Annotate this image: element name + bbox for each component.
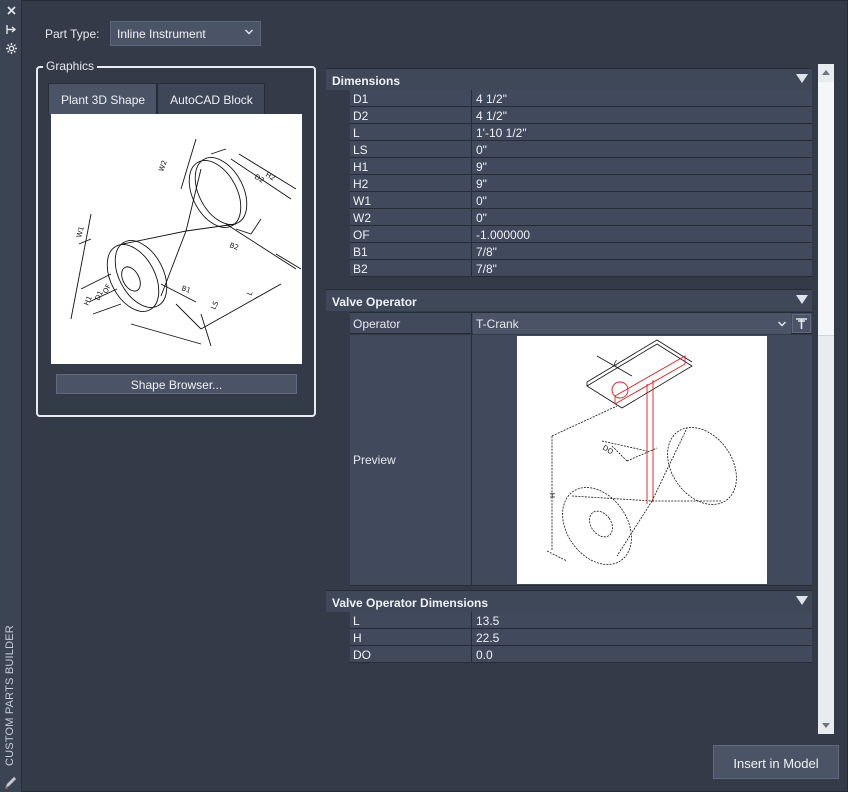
palette-title-text: CUSTOM PARTS BUILDER [4,625,16,766]
property-key: W1 [350,192,472,209]
dimensions-title: Dimensions [332,74,401,88]
preview-row: Preview L DO H [350,335,812,586]
table-row[interactable]: LS 0" [350,141,812,158]
edit-pencil-icon [4,775,18,789]
chevron-down-icon [244,26,254,40]
dimensions-section-header[interactable]: Dimensions [326,68,812,90]
property-key: B2 [350,260,472,277]
collapse-triangle-icon[interactable] [796,596,808,605]
collapse-triangle-icon[interactable] [796,295,808,304]
property-value[interactable]: 13.5 [473,612,812,629]
property-key: D1 [350,90,472,107]
shape-dim-label: B1 [180,284,191,295]
property-value[interactable]: -1.000000 [473,226,812,243]
property-value[interactable]: 0" [473,141,812,158]
table-row[interactable]: DO 0.0 [350,646,812,663]
valve-operator-title: Valve Operator [332,295,417,309]
table-row[interactable]: B1 7/8" [350,243,812,260]
property-value[interactable]: 0" [473,209,812,226]
operator-value: T-Crank [476,317,519,331]
preview-dim-label: DO [601,444,615,457]
property-key: H2 [350,175,472,192]
scrollbar-thumb[interactable] [818,82,834,336]
table-row[interactable]: L 1'-10 1/2" [350,124,812,141]
table-row[interactable]: B2 7/8" [350,260,812,277]
valve-operator-dimensions-rows: L 13.5 H 22.5 DO 0.0 [350,612,812,663]
collapse-triangle-icon[interactable] [796,74,808,83]
shape-dim-label: B2 [228,241,239,252]
operator-dropdown[interactable]: T-Crank [473,313,791,334]
part-type-dropdown[interactable]: Inline Instrument [110,21,261,46]
table-row[interactable]: D1 4 1/2" [350,90,812,107]
property-key: L [350,124,472,141]
property-value[interactable]: 9" [473,175,812,192]
property-key: LS [350,141,472,158]
operator-preview-image: L DO H [517,336,767,584]
property-value[interactable]: 22.5 [473,629,812,646]
property-key: H1 [350,158,472,175]
property-key: H [350,629,472,646]
table-row[interactable]: W1 0" [350,192,812,209]
graphics-legend: Graphics [43,59,98,73]
property-key: B1 [350,243,472,260]
shape-dim-label: H2 [264,171,276,183]
custom-parts-builder-panel: Part Type: Inline Instrument Graphics Pl… [22,0,848,792]
operator-label: Operator [350,313,472,334]
palette-title: CUSTOM PARTS BUILDER [4,606,18,766]
table-row[interactable]: H 22.5 [350,629,812,646]
shape-dim-label: OF [102,283,113,295]
table-row[interactable]: L 13.5 [350,612,812,629]
property-value[interactable]: 4 1/2" [473,90,812,107]
palette-side-strip: CUSTOM PARTS BUILDER [0,0,22,792]
table-row[interactable]: D2 4 1/2" [350,107,812,124]
t-crank-icon [796,318,807,329]
property-value[interactable]: 7/8" [473,260,812,277]
pin-icon[interactable] [5,23,18,36]
vertical-scrollbar[interactable] [818,64,834,734]
preview-dim-label: H [549,493,557,498]
part-type-value: Inline Instrument [117,27,206,41]
valve-operator-dimensions-section-header[interactable]: Valve Operator Dimensions [326,590,812,612]
close-icon[interactable] [5,4,18,17]
shape-dim-label: W1 [75,225,86,238]
insert-in-model-button[interactable]: Insert in Model [713,745,839,779]
chevron-down-icon [777,318,787,332]
operator-browse-button[interactable] [792,314,811,333]
table-row[interactable]: H2 9" [350,175,812,192]
shape-preview-image: H2 D2 W2 B2 W1 H1 D1 OF B1 LS L [51,114,302,364]
property-key: L [350,612,472,629]
property-key: D2 [350,107,472,124]
scroll-down-arrow-icon[interactable] [822,723,830,728]
shape-dim-label: L [246,290,255,297]
shape-browser-button[interactable]: Shape Browser... [56,374,297,394]
property-key: DO [350,646,472,663]
shape-dim-label: H1 [83,295,94,307]
part-type-label: Part Type: [45,27,100,41]
operator-row: Operator T-Crank [350,312,812,334]
property-key: W2 [350,209,472,226]
shape-dim-label: W2 [157,159,168,172]
property-value[interactable]: 0" [473,192,812,209]
valve-operator-section-header[interactable]: Valve Operator [326,289,812,311]
graphics-tabs: Plant 3D Shape AutoCAD Block [48,83,265,115]
table-row[interactable]: OF -1.000000 [350,226,812,243]
table-row[interactable]: W2 0" [350,209,812,226]
property-value[interactable]: 0.0 [473,646,812,663]
valve-operator-dimensions-title: Valve Operator Dimensions [332,596,489,610]
property-value[interactable]: 1'-10 1/2" [473,124,812,141]
tab-autocad-block[interactable]: AutoCAD Block [157,83,265,115]
shape-dim-label: LS [210,299,221,310]
dimensions-rows: D1 4 1/2" D2 4 1/2" L 1'-10 1/2" LS 0" H1 9" … [350,90,812,277]
settings-icon[interactable] [5,42,18,55]
property-key: OF [350,226,472,243]
property-value[interactable]: 7/8" [473,243,812,260]
table-row[interactable]: H1 9" [350,158,812,175]
tab-plant-3d-shape[interactable]: Plant 3D Shape [48,83,158,115]
preview-label: Preview [350,335,472,586]
property-value[interactable]: 4 1/2" [473,107,812,124]
scroll-up-arrow-icon[interactable] [822,70,830,75]
shape-dim-label: D2 [253,173,266,185]
graphics-group: Graphics Plant 3D Shape AutoCAD Block H2… [36,59,316,417]
property-value[interactable]: 9" [473,158,812,175]
